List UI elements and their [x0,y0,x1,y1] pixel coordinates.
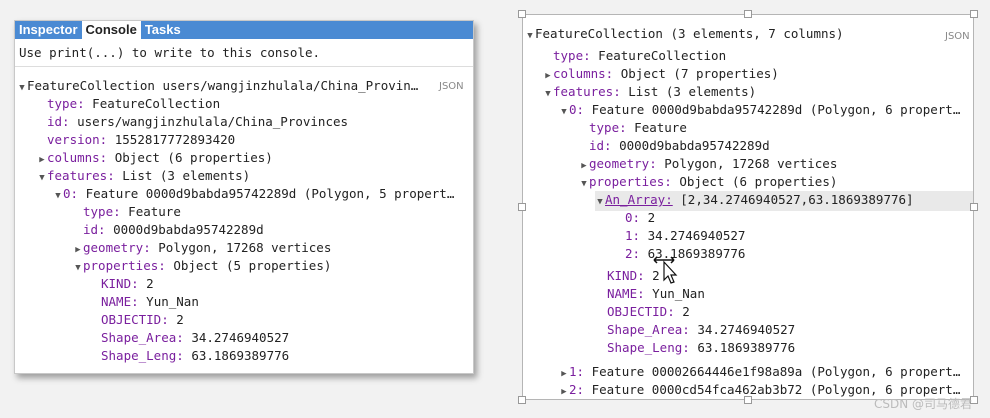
tree-row: type: FeatureCollection [47,96,221,111]
selected-output-panel: JSON ▼ FeatureCollection (3 elements, 7 c… [522,14,974,400]
tree-row: type: Feature [83,204,181,219]
tree-row-feature-0[interactable]: ▼ 0: Feature 0000d9babda95742289d (Polygo… [559,101,960,121]
console-hint: Use print(...) to write to this console. [15,39,473,67]
tree-row-columns[interactable]: ▶ columns: Object (6 properties) [37,149,273,169]
tree-row: Shape_Area: 34.2746940527 [607,322,796,337]
tree-row-columns[interactable]: ▶ columns: Object (7 properties) [543,65,779,85]
tree-row: 2: 63.1869389776 [625,246,746,261]
tree-row: type: Feature [589,120,687,135]
tree-row: type: FeatureCollection [553,48,727,63]
tree-row: Shape_Leng: 63.1869389776 [101,348,290,363]
tree-row-features[interactable]: ▼ features: List (3 elements) [37,167,250,187]
console-panel: Inspector Console Tasks Use print(...) t… [14,20,474,374]
collapse-arrow-icon[interactable]: ▼ [73,260,83,277]
tab-bar: Inspector Console Tasks [15,21,473,39]
collapse-arrow-icon[interactable]: ▼ [17,80,27,97]
resize-handle[interactable] [744,396,752,404]
tree-row: NAME: Yun_Nan [607,286,705,301]
tree-row-root[interactable]: ▼ FeatureCollection (3 elements, 7 column… [525,25,843,45]
expand-arrow-icon[interactable]: ▶ [559,384,569,401]
tree-row: id: 0000d9babda95742289d [83,222,264,237]
resize-handle[interactable] [970,10,978,18]
tab-inspector[interactable]: Inspector [15,21,82,39]
tree-row: id: 0000d9babda95742289d [589,138,770,153]
tree-row: Shape_Area: 34.2746940527 [101,330,290,345]
resize-handle[interactable] [744,10,752,18]
tree-row-properties[interactable]: ▼ properties: Object (6 properties) [579,173,837,193]
tree-row: 0: 2 [625,210,656,225]
tree-row-features[interactable]: ▼ features: List (3 elements) [543,83,756,103]
collapse-arrow-icon[interactable]: ▼ [579,176,589,193]
collapse-arrow-icon[interactable]: ▼ [543,86,553,103]
tree-row: 1: 34.2746940527 [625,228,746,243]
tree-row: OBJECTID: 2 [607,304,690,319]
resize-handle[interactable] [518,10,526,18]
tree-row: NAME: Yun_Nan [101,294,199,309]
json-button[interactable]: JSON [439,81,464,92]
mouse-pointer-icon [653,256,678,284]
tree-row-properties[interactable]: ▼ properties: Object (5 properties) [73,257,331,277]
tab-console[interactable]: Console [81,21,141,39]
collapse-arrow-icon[interactable]: ▼ [53,188,63,205]
tree-row-geometry[interactable]: ▶ geometry: Polygon, 17268 vertices [579,155,837,175]
collapse-arrow-icon[interactable]: ▼ [595,194,605,211]
json-button[interactable]: JSON [945,31,970,42]
tree-row: KIND: 2 [101,276,154,291]
tree-row: version: 1552817772893420 [47,132,236,147]
tree-row: Shape_Leng: 63.1869389776 [607,340,796,355]
watermark: CSDN @司马德君 [873,397,972,411]
tree-row-geometry[interactable]: ▶ geometry: Polygon, 17268 vertices [73,239,331,259]
resize-handle[interactable] [970,203,978,211]
collapse-arrow-icon[interactable]: ▼ [525,28,535,45]
tree-row-root[interactable]: ▼ FeatureCollection users/wangjinzhulala/… [17,77,418,97]
resize-handle[interactable] [518,396,526,404]
resize-handle[interactable] [518,203,526,211]
tree-row: id: users/wangjinzhulala/China_Provinces [47,114,349,129]
tree-row-feature-1[interactable]: ▶ 1: Feature 00002664446e1f98a89a (Polygo… [559,363,960,383]
collapse-arrow-icon[interactable]: ▼ [559,104,569,121]
tab-tasks[interactable]: Tasks [141,21,185,39]
tree-row: OBJECTID: 2 [101,312,184,327]
tree-row-an-array[interactable]: ▼ An_Array: [2,34.2746940527,63.186938977… [595,191,973,211]
tree-row-feature-0[interactable]: ▼ 0: Feature 0000d9babda95742289d (Polygo… [53,185,454,205]
collapse-arrow-icon[interactable]: ▼ [37,170,47,187]
